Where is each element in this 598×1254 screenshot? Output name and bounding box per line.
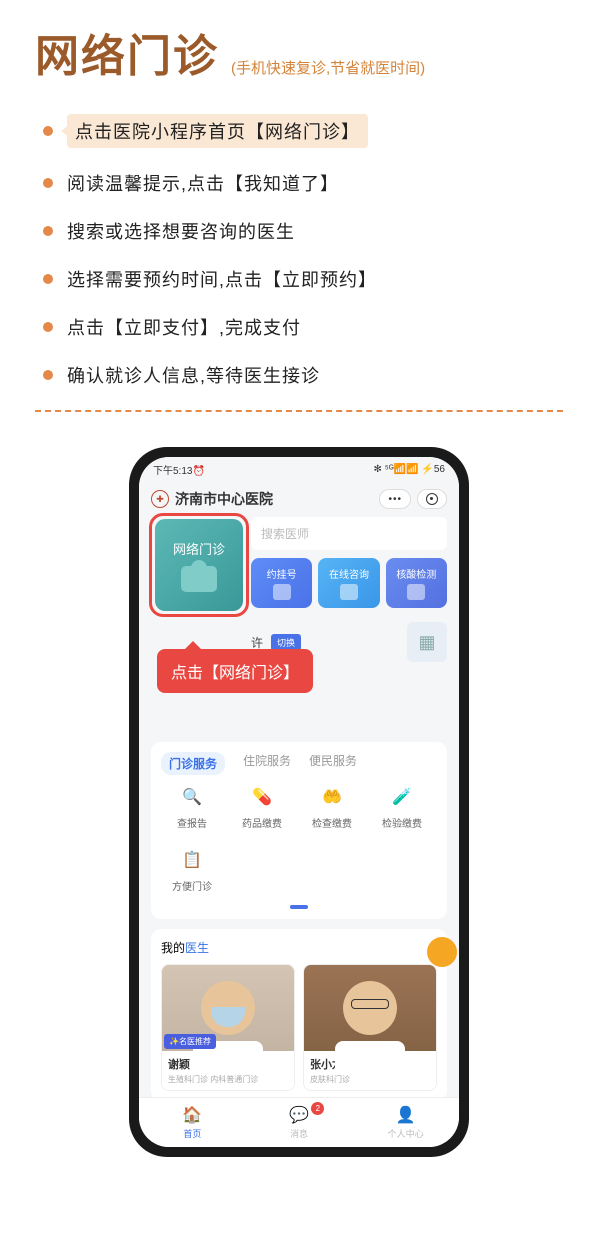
menu-button[interactable]: ••• (379, 489, 411, 509)
recommend-badge: ✨名医推荐 (164, 1034, 216, 1049)
bullet-icon (43, 226, 53, 236)
svc-label: 检验缴费 (382, 815, 422, 830)
svc-clinic[interactable]: 📋 方便门诊 (161, 846, 223, 893)
service-tabs: 门诊服务 住院服务 便民服务 (161, 752, 437, 783)
quick-label: 核酸检测 (396, 566, 436, 581)
nav-messages[interactable]: 💬 消息 2 (246, 1098, 353, 1147)
bullet-icon (43, 322, 53, 332)
hands-icon: 🤲 (318, 783, 346, 811)
clipboard-icon: 📋 (178, 846, 206, 874)
quick-card-consult[interactable]: 在线咨询 (318, 558, 379, 608)
divider (35, 410, 563, 412)
float-assistant-button[interactable] (427, 937, 457, 967)
nav-label: 消息 (290, 1127, 308, 1140)
nav-home[interactable]: 🏠 首页 (139, 1098, 246, 1147)
bottom-nav: 🏠 首页 💬 消息 2 👤 个人中心 (139, 1097, 459, 1147)
quick-card-test[interactable]: 核酸检测 (386, 558, 447, 608)
doctor-photo: ✨名医推荐 (162, 965, 294, 1051)
phone-frame: 下午5:13⏰ ✻ ⁵ᴳ📶📶 ⚡56 ✚ 济南市中心医院 ••• 搜索医师 网络… (129, 447, 469, 1157)
virus-icon (407, 584, 425, 600)
step-text: 点击【立即支付】,完成支付 (67, 314, 301, 340)
nav-label: 首页 (183, 1127, 201, 1140)
step-text: 点击医院小程序首页【网络门诊】 (67, 114, 368, 148)
doctor-dept: 皮肤科门诊 (310, 1074, 430, 1085)
steps-list: 点击医院小程序首页【网络门诊】 阅读温馨提示,点击【我知道了】 搜索或选择想要咨… (43, 114, 563, 388)
doctor-card[interactable]: ✨名医推荐 谢颖 ★5.0 生殖科门诊 内科普通门诊 (161, 964, 295, 1091)
svc-report[interactable]: 🔍 查报告 (161, 783, 223, 830)
hospital-logo-icon: ✚ (151, 490, 169, 508)
step-text: 搜索或选择想要咨询的医生 (67, 218, 295, 244)
qr-code-icon[interactable]: ▦ (407, 622, 447, 662)
close-button[interactable] (417, 489, 447, 509)
step-item: 点击【立即支付】,完成支付 (43, 314, 563, 340)
chat-icon (340, 584, 358, 600)
bullet-icon (43, 126, 53, 136)
status-time: 下午5:13⏰ (153, 462, 205, 477)
callout-tooltip: 点击【网络门诊】 (157, 649, 313, 693)
user-name: 许 (251, 634, 263, 651)
nav-label: 个人中心 (388, 1127, 424, 1140)
page-header: 网络门诊 (手机快速复诊,节省就医时间) (35, 20, 563, 84)
svc-medicine[interactable]: 💊 药品缴费 (231, 783, 293, 830)
status-icons: ✻ ⁵ᴳ📶📶 ⚡56 (373, 464, 445, 475)
page-indicator (290, 905, 308, 909)
svc-label: 查报告 (177, 815, 207, 830)
nav-profile[interactable]: 👤 个人中心 (352, 1098, 459, 1147)
step-item: 确认就诊人信息,等待医生接诊 (43, 362, 563, 388)
target-icon (426, 493, 438, 505)
search-icon: 🔍 (178, 783, 206, 811)
step-item: 点击医院小程序首页【网络门诊】 (43, 114, 563, 148)
user-icon: 👤 (396, 1105, 416, 1125)
svc-label: 药品缴费 (242, 815, 282, 830)
quick-actions: 约挂号 在线咨询 核酸检测 (251, 558, 447, 608)
doctor-name: 谢颖 (168, 1056, 190, 1072)
services-card: 门诊服务 住院服务 便民服务 🔍 查报告 💊 药品缴费 (151, 742, 447, 919)
page-subtitle: (手机快速复诊,节省就医时间) (231, 57, 425, 78)
switch-button[interactable]: 切换 (271, 634, 301, 651)
svc-label: 方便门诊 (172, 878, 212, 893)
step-item: 阅读温馨提示,点击【我知道了】 (43, 170, 563, 196)
my-doctors-card: 我的医生 ✨名医推荐 谢颖 ★5. (151, 929, 447, 1101)
notification-badge: 2 (311, 1102, 324, 1115)
bullet-icon (43, 274, 53, 284)
hospital-name: 济南市中心医院 (175, 489, 273, 509)
step-text: 阅读温馨提示,点击【我知道了】 (67, 170, 339, 196)
svc-test-pay[interactable]: 🧪 检验缴费 (371, 783, 433, 830)
step-text: 选择需要预约时间,点击【立即预约】 (67, 266, 377, 292)
arrow-icon (61, 123, 71, 139)
test-icon: 🧪 (388, 783, 416, 811)
doctor-card[interactable]: 张小龙 ★5.0 皮肤科门诊 (303, 964, 437, 1091)
highlight-box (149, 513, 249, 617)
quick-card-register[interactable]: 约挂号 (251, 558, 312, 608)
search-input[interactable]: 搜索医师 (251, 517, 447, 550)
tab-inpatient[interactable]: 住院服务 (243, 752, 291, 775)
tab-outpatient[interactable]: 门诊服务 (161, 752, 225, 775)
message-icon: 💬 (289, 1105, 309, 1125)
quick-label: 在线咨询 (329, 566, 369, 581)
tab-convenience[interactable]: 便民服务 (309, 752, 357, 775)
quick-label: 约挂号 (267, 566, 297, 581)
doctor-dept: 生殖科门诊 内科普通门诊 (168, 1074, 288, 1085)
phone-screen: 下午5:13⏰ ✻ ⁵ᴳ📶📶 ⚡56 ✚ 济南市中心医院 ••• 搜索医师 网络… (139, 457, 459, 1147)
home-icon: 🏠 (182, 1105, 202, 1125)
pill-icon: 💊 (248, 783, 276, 811)
bullet-icon (43, 370, 53, 380)
calendar-icon (273, 584, 291, 600)
step-item: 选择需要预约时间,点击【立即预约】 (43, 266, 563, 292)
svc-label: 检查缴费 (312, 815, 352, 830)
step-item: 搜索或选择想要咨询的医生 (43, 218, 563, 244)
section-title: 我的医生 (161, 939, 437, 956)
status-bar: 下午5:13⏰ ✻ ⁵ᴳ📶📶 ⚡56 (139, 457, 459, 481)
svc-exam-pay[interactable]: 🤲 检查缴费 (301, 783, 363, 830)
app-bar: ✚ 济南市中心医院 ••• (139, 481, 459, 517)
page-title: 网络门诊 (35, 20, 219, 84)
doctor-photo (304, 965, 436, 1051)
bullet-icon (43, 178, 53, 188)
step-text: 确认就诊人信息,等待医生接诊 (67, 362, 320, 388)
